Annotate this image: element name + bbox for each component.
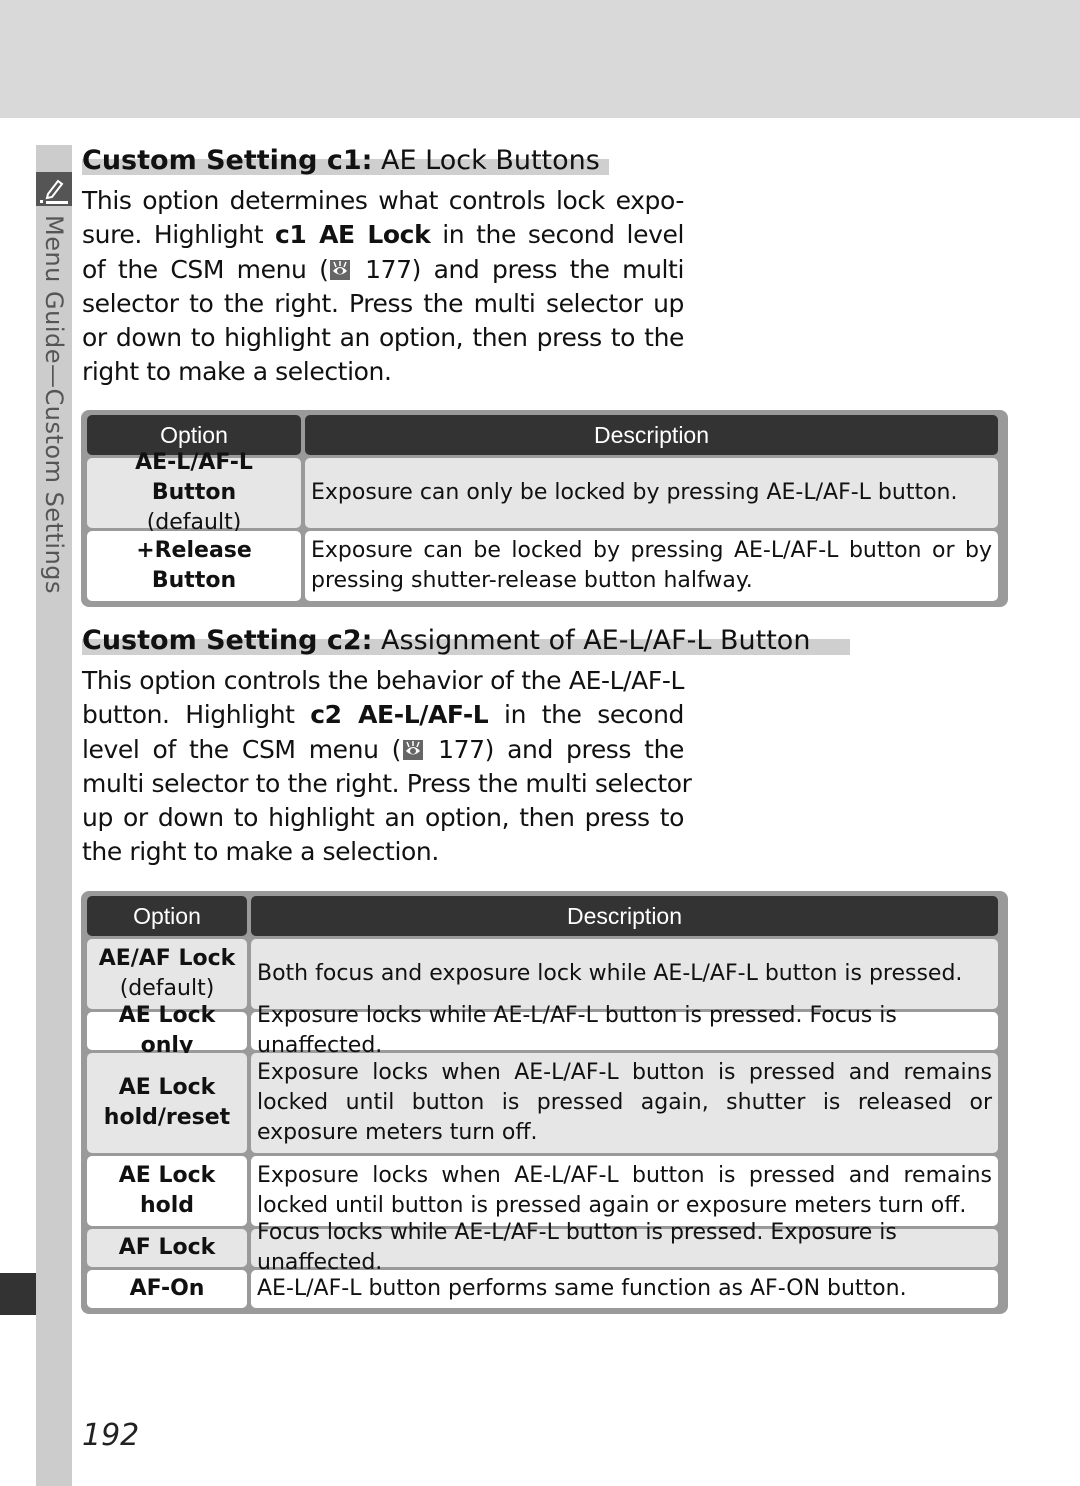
table-row: AE Lock only Exposure locks while AE-L/A… bbox=[87, 1003, 1002, 1058]
heading-bold: Custom Setting c1: bbox=[82, 145, 373, 176]
menu-item-reference: c2 AE-L/AF-L bbox=[310, 700, 489, 730]
paragraph-line: sure. Highlight c1 AE Lock in the second… bbox=[82, 220, 684, 250]
table-row: AE/AF Lock (default) Both focus and expo… bbox=[87, 939, 1002, 1009]
table-row: AE-L/AF-L Button (default) Exposure can … bbox=[87, 450, 1002, 535]
paragraph-line: This option controls the behavior of the… bbox=[82, 666, 684, 695]
side-tab-label: Menu Guide—Custom Settings bbox=[40, 215, 68, 595]
option-name: AE/AF Lock bbox=[98, 946, 236, 971]
section-paragraph-c1: This option determines what controls loc… bbox=[82, 184, 684, 390]
option-cell: AF Lock bbox=[87, 1229, 247, 1267]
heading-title: AE Lock Buttons bbox=[372, 145, 600, 176]
options-table-c2: Option Description AE/AF Lock (default) … bbox=[81, 891, 1008, 1314]
table-row: AF Lock Focus locks while AE-L/AF-L butt… bbox=[87, 1220, 1002, 1275]
page-reference-eye-icon bbox=[403, 739, 423, 760]
option-name: AE Lock hold bbox=[118, 1163, 216, 1218]
paragraph-line: selector to the right. Press the multi s… bbox=[82, 288, 684, 318]
chapter-tab-marker bbox=[0, 1273, 36, 1315]
table-row: AF-On AE-L/AF-L button performs same fun… bbox=[87, 1270, 1002, 1308]
description-cell: Exposure can be locked by pressing AE-L/… bbox=[305, 531, 998, 601]
paragraph-line: of the CSM menu ( 177) and press the mul… bbox=[82, 254, 685, 284]
description-cell: Exposure locks while AE-L/AF-L button is… bbox=[251, 1003, 998, 1058]
description-cell: Focus locks while AE-L/AF-L button is pr… bbox=[251, 1220, 998, 1275]
table-row: +Release Button Exposure can be locked b… bbox=[87, 531, 1002, 601]
page-reference-eye-icon bbox=[330, 259, 351, 280]
heading-title: Assignment of AE-L/AF-L Button bbox=[372, 625, 811, 656]
option-name: AE-L/AF-L Button bbox=[135, 450, 253, 505]
paragraph-line: button. Highlight c2 AE-L/AF-L in the se… bbox=[82, 700, 684, 730]
option-cell: AE-L/AF-L Button (default) bbox=[87, 450, 301, 535]
header-description: Description bbox=[305, 415, 998, 455]
top-margin-band bbox=[0, 0, 1080, 118]
paragraph-line: the right to make a selection. bbox=[82, 837, 439, 867]
option-note: (default) bbox=[119, 976, 215, 1001]
option-name: AE Lock only bbox=[118, 1003, 216, 1058]
option-cell: AE/AF Lock (default) bbox=[87, 939, 247, 1009]
description-cell: Both focus and exposure lock while AE-L/… bbox=[251, 939, 998, 1009]
paragraph-line: multi selector to the right. Press the m… bbox=[82, 768, 692, 798]
header-option: Option bbox=[87, 896, 247, 936]
option-cell: AE Lock only bbox=[87, 1003, 247, 1058]
heading-bold: Custom Setting c2: bbox=[82, 625, 373, 656]
description-cell: Exposure locks when AE-L/AF-L button is … bbox=[251, 1053, 998, 1153]
table-header-row: Option Description bbox=[87, 896, 1002, 936]
section-paragraph-c2: This option controls the behavior of the… bbox=[82, 664, 692, 870]
option-cell: AE Lock hold/reset bbox=[87, 1053, 247, 1153]
option-name: AE Lock hold/reset bbox=[103, 1075, 231, 1130]
description-cell: Exposure locks when AE-L/AF-L button is … bbox=[251, 1156, 998, 1226]
paragraph-line: up or down to highlight an option, then … bbox=[82, 803, 684, 833]
option-name: +Release Button bbox=[136, 538, 252, 593]
pencil-icon bbox=[36, 172, 72, 206]
option-cell: +Release Button bbox=[87, 531, 301, 601]
option-name: AF-On bbox=[129, 1276, 205, 1301]
option-cell: AF-On bbox=[87, 1270, 247, 1308]
page-number: 192 bbox=[82, 1418, 140, 1453]
paragraph-line: level of the CSM menu ( 177) and press t… bbox=[82, 734, 684, 764]
description-cell: Exposure can only be locked by pressing … bbox=[305, 458, 998, 528]
paragraph-line: This option determines what controls loc… bbox=[82, 186, 684, 215]
section-heading-c1: Custom Setting c1: AE Lock Buttons bbox=[82, 144, 609, 178]
menu-item-reference: c1 AE Lock bbox=[275, 220, 431, 250]
header-description: Description bbox=[251, 896, 998, 936]
paragraph-line: or down to highlight an option, then pre… bbox=[82, 323, 684, 353]
option-cell: AE Lock hold bbox=[87, 1156, 247, 1226]
section-heading-c2: Custom Setting c2: Assignment of AE-L/AF… bbox=[82, 624, 850, 658]
description-cell: AE-L/AF-L button performs same function … bbox=[251, 1270, 998, 1308]
table-row: AE Lock hold/reset Exposure locks when A… bbox=[87, 1053, 1002, 1153]
paragraph-line: right to make a selection. bbox=[82, 357, 392, 387]
options-table-c1: Option Description AE-L/AF-L Button (def… bbox=[81, 410, 1008, 607]
option-name: AF Lock bbox=[118, 1235, 216, 1260]
table-row: AE Lock hold Exposure locks when AE-L/AF… bbox=[87, 1156, 1002, 1226]
